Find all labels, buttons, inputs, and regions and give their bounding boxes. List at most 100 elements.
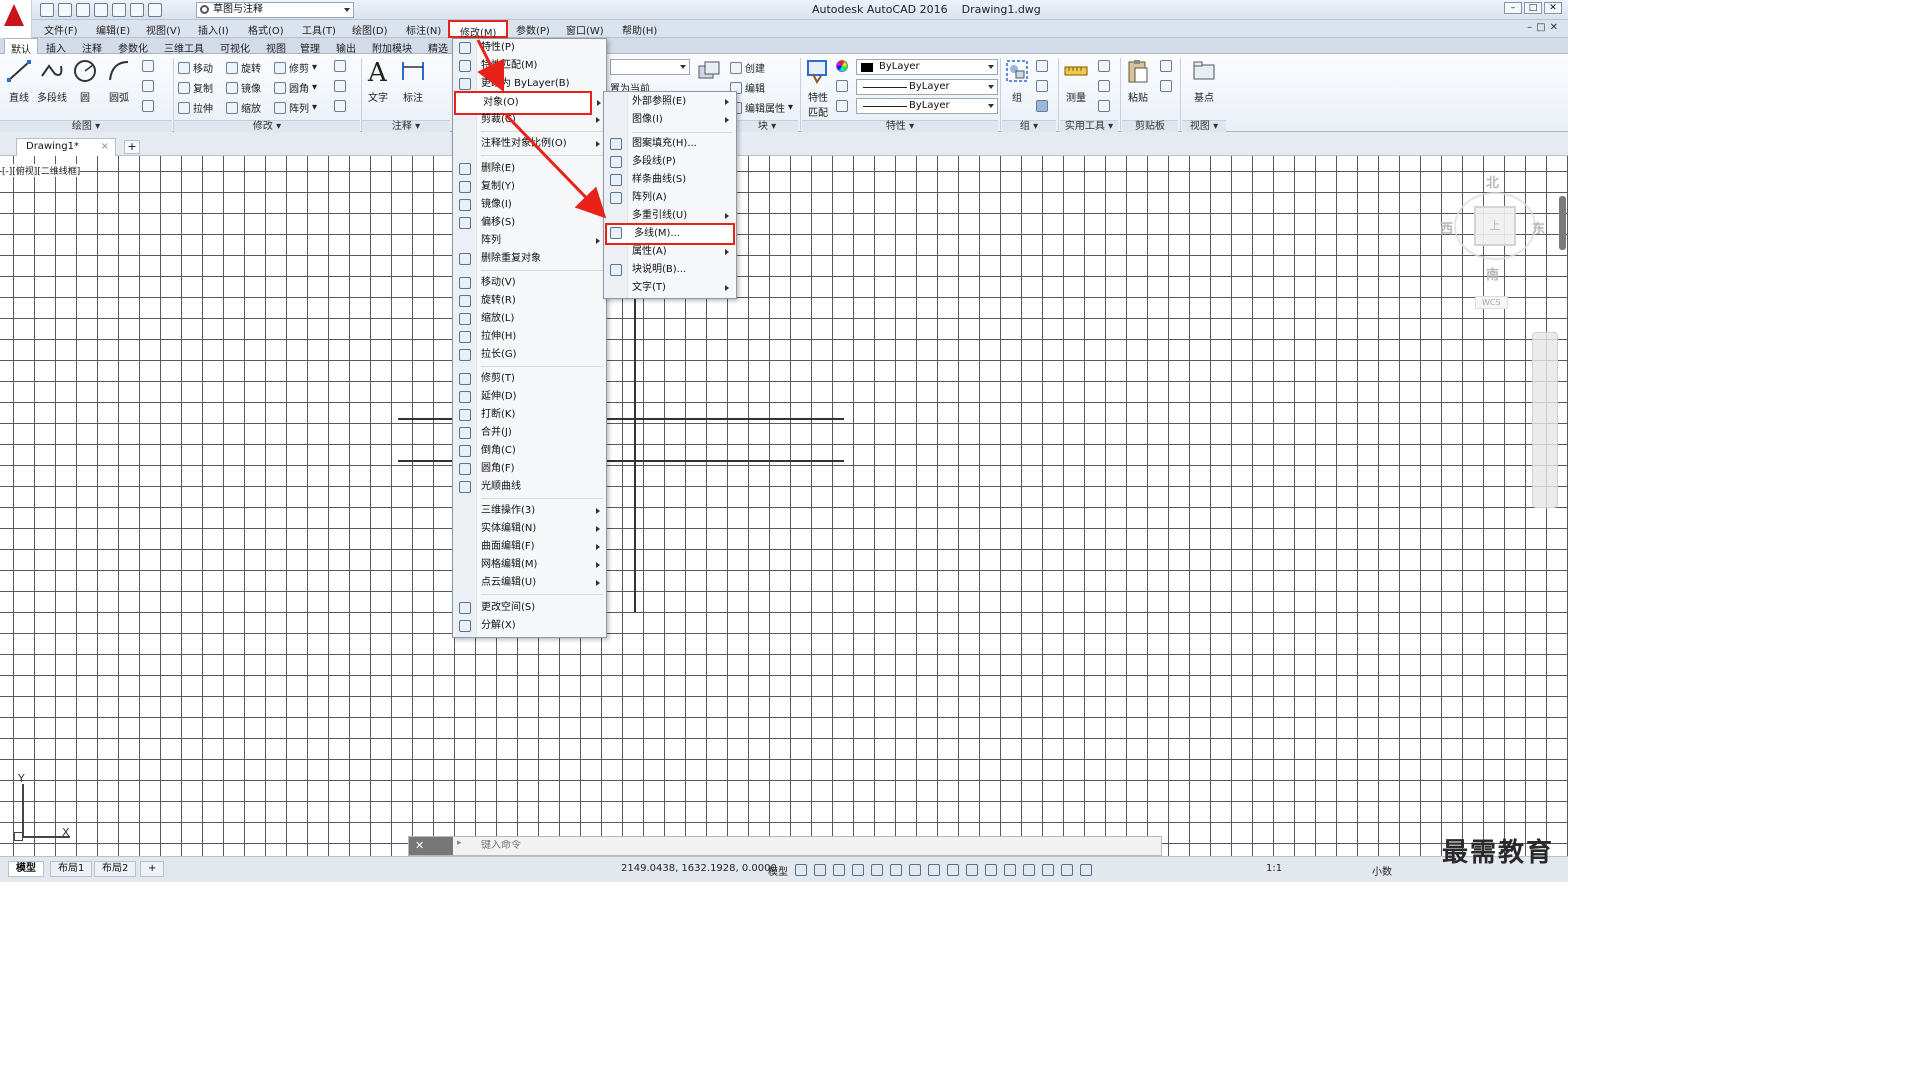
command-line-buttons[interactable]: ✕ ✎: [409, 837, 453, 870]
viewcube-top-face[interactable]: 上: [1474, 206, 1516, 246]
create-block-button[interactable]: 创建: [730, 60, 765, 75]
command-input[interactable]: [481, 840, 1081, 851]
tab-addins[interactable]: 附加模块: [372, 40, 412, 55]
color-dropdown[interactable]: ByLayer: [856, 59, 998, 75]
print-icon[interactable]: [112, 3, 126, 17]
fillet-button[interactable]: 圆角 ▾: [274, 80, 317, 95]
modify-group-label[interactable]: 修改 ▾: [174, 120, 360, 132]
undo-icon[interactable]: [130, 3, 144, 17]
open-file-icon[interactable]: [58, 3, 72, 17]
layout-tab-model[interactable]: 模型: [8, 861, 44, 877]
object-submenu-item[interactable]: 图像(I): [605, 111, 735, 129]
calculator-button[interactable]: [1098, 100, 1110, 112]
tab-output[interactable]: 输出: [336, 40, 356, 55]
save-icon[interactable]: [76, 3, 90, 17]
menu-dimension[interactable]: 标注(N): [406, 22, 441, 37]
otrack-icon[interactable]: [890, 864, 902, 876]
tab-view[interactable]: 视图: [266, 40, 286, 55]
clipboard-group-label[interactable]: 剪贴板: [1122, 120, 1178, 132]
modify-menu-item[interactable]: 特性匹配(M): [454, 57, 606, 75]
menu-format[interactable]: 格式(O): [248, 22, 284, 37]
object-submenu-item[interactable]: 多段线(P): [605, 153, 735, 171]
new-tab-button[interactable]: +: [124, 140, 140, 154]
arc-button[interactable]: 圆弧: [104, 58, 134, 104]
add-layout-button[interactable]: +: [140, 861, 165, 877]
dimension-button[interactable]: 标注: [398, 58, 428, 104]
modify-menu-item[interactable]: 阵列: [454, 232, 606, 250]
color-wheel-button[interactable]: [836, 60, 848, 72]
viewport-controls[interactable]: [-][俯视][二维线框]: [2, 164, 81, 177]
group-selection-button[interactable]: [1036, 100, 1048, 112]
snap-icon[interactable]: [814, 864, 826, 876]
point-style-button[interactable]: [1098, 60, 1110, 72]
utilities-group-label[interactable]: 实用工具 ▾: [1060, 120, 1118, 132]
layout-tab-layout2[interactable]: 布局2: [94, 861, 137, 877]
object-submenu-item[interactable]: 外部参照(E): [605, 93, 735, 111]
menu-view[interactable]: 视图(V): [146, 22, 181, 37]
wcs-menu[interactable]: WCS: [1475, 296, 1508, 309]
close-button[interactable]: ✕: [1544, 2, 1562, 14]
viewcube[interactable]: 北 南 东 西 上: [1440, 176, 1550, 316]
object-submenu-item[interactable]: 阵列(A): [605, 189, 735, 207]
array-button[interactable]: 阵列 ▾: [274, 100, 317, 115]
vertical-scrollbar[interactable]: [1559, 196, 1566, 250]
tab-visualize[interactable]: 可视化: [220, 40, 250, 55]
lineweight-button[interactable]: [836, 80, 848, 92]
object-submenu-item[interactable]: 图案填充(H)...: [605, 135, 735, 153]
modify-menu-item[interactable]: 移动(V): [454, 274, 606, 292]
auto-scale-icon[interactable]: [1061, 864, 1073, 876]
block-group-label[interactable]: 块 ▾: [736, 120, 798, 132]
osnap-icon[interactable]: [871, 864, 883, 876]
rectangle-button[interactable]: [142, 60, 154, 72]
modify-menu-item[interactable]: 实体编辑(N): [454, 520, 606, 538]
object-submenu-item-multiline[interactable]: 多线(M)...: [605, 223, 735, 245]
compass-north[interactable]: 北: [1486, 172, 1499, 191]
layer-dropdown[interactable]: [610, 59, 690, 75]
navigation-bar[interactable]: [1532, 332, 1558, 508]
modify-menu-item[interactable]: 光顺曲线: [454, 478, 606, 496]
save-as-icon[interactable]: [94, 3, 108, 17]
selection-filter-icon[interactable]: [1004, 864, 1016, 876]
compass-east[interactable]: 东: [1532, 218, 1545, 237]
modify-menu-item[interactable]: 三维操作(3): [454, 502, 606, 520]
copy-button[interactable]: 复制: [178, 80, 213, 95]
lineweight-toggle-icon[interactable]: [909, 864, 921, 876]
tab-parametric[interactable]: 参数化: [118, 40, 148, 55]
tab-insert[interactable]: 插入: [46, 40, 66, 55]
modify-menu-item[interactable]: 拉伸(H): [454, 328, 606, 346]
modify-menu-item[interactable]: 网格编辑(M): [454, 556, 606, 574]
units-display[interactable]: 小数: [1372, 863, 1392, 878]
close-icon[interactable]: ×: [101, 139, 109, 155]
redo-icon[interactable]: [148, 3, 162, 17]
annotation-scale[interactable]: 1:1: [1266, 863, 1282, 874]
menu-insert[interactable]: 插入(I): [198, 22, 229, 37]
edit-attributes-button[interactable]: 编辑属性 ▾: [730, 100, 793, 115]
ortho-icon[interactable]: [833, 864, 845, 876]
cut-button[interactable]: [1160, 60, 1172, 72]
stretch-button[interactable]: 拉伸: [178, 100, 213, 115]
insert-block-button[interactable]: [694, 58, 724, 89]
gizmo-icon[interactable]: [1023, 864, 1035, 876]
modify-menu-item[interactable]: 曲面编辑(F): [454, 538, 606, 556]
base-point-button[interactable]: 基点: [1188, 58, 1220, 104]
transparency-button[interactable]: [836, 100, 848, 112]
copy-clip-button[interactable]: [1160, 80, 1172, 92]
tab-3d-tools[interactable]: 三维工具: [164, 40, 204, 55]
group-edit-button[interactable]: [1036, 80, 1048, 92]
paste-button[interactable]: 粘贴: [1124, 58, 1152, 104]
selection-cycling-icon[interactable]: [947, 864, 959, 876]
properties-group-label[interactable]: 特性 ▾: [802, 120, 998, 132]
annotation-visibility-icon[interactable]: [1042, 864, 1054, 876]
modify-menu-item[interactable]: 旋转(R): [454, 292, 606, 310]
drawing-canvas[interactable]: [-][俯视][二维线框] 北 南 东 西 上 WCS Y X: [0, 156, 1568, 856]
modify-menu-item[interactable]: 倒角(C): [454, 442, 606, 460]
layout-tab-layout1[interactable]: 布局1: [50, 861, 93, 877]
application-menu-button[interactable]: [0, 0, 32, 38]
circle-button[interactable]: 圆: [72, 58, 98, 104]
linetype-dropdown[interactable]: ByLayer: [856, 79, 998, 95]
minimize-button[interactable]: –: [1504, 2, 1522, 14]
modify-menu-item[interactable]: 偏移(S): [454, 214, 606, 232]
annotation-group-label[interactable]: 注释 ▾: [362, 120, 450, 132]
ellipse-button[interactable]: [142, 80, 154, 92]
ungroup-button[interactable]: [1036, 60, 1048, 72]
